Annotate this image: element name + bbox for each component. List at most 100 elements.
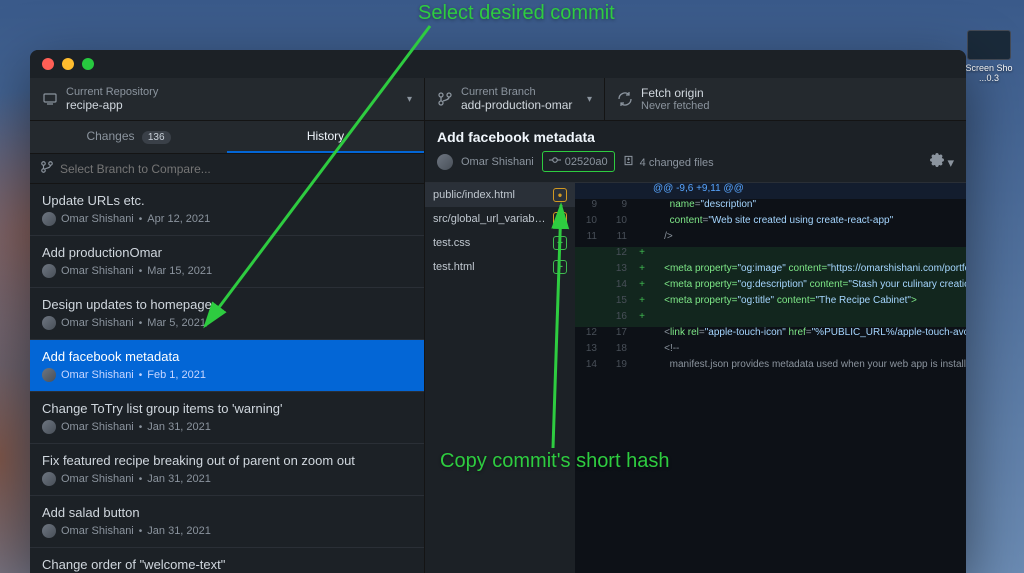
diff-line: 1111 /> xyxy=(575,231,966,247)
commit-date: Feb 1, 2021 xyxy=(147,369,206,381)
diff-line: 15+ <meta property="og:title" content="T… xyxy=(575,295,966,311)
commit-author: Omar Shishani xyxy=(61,525,134,537)
commit-author: Omar Shishani xyxy=(61,421,134,433)
diff-hunk-header: @@ -9,6 +9,11 @@ xyxy=(575,183,966,199)
commit-author: Omar Shishani xyxy=(61,265,134,277)
avatar xyxy=(437,154,453,170)
file-name: test.css xyxy=(433,237,547,249)
avatar xyxy=(42,212,56,226)
sync-icon xyxy=(617,91,633,107)
diff-line: 99 name="description" xyxy=(575,199,966,215)
commit-item[interactable]: Add salad button Omar Shishani•Jan 31, 2… xyxy=(30,496,424,548)
commit-date: Apr 12, 2021 xyxy=(147,213,210,225)
commit-list[interactable]: Update URLs etc. Omar Shishani•Apr 12, 2… xyxy=(30,184,424,573)
branch-icon xyxy=(437,91,453,107)
commit-detail: Add facebook metadata Omar Shishani 0252… xyxy=(425,121,966,573)
commit-item[interactable]: Design updates to homepage Omar Shishani… xyxy=(30,288,424,340)
chevron-down-icon: ▾ xyxy=(407,94,412,105)
avatar xyxy=(42,264,56,278)
modified-badge xyxy=(553,212,567,226)
added-badge xyxy=(553,236,567,250)
diff-view[interactable]: @@ -9,6 +9,11 @@99 name="description"101… xyxy=(575,183,966,573)
commit-author: Omar Shishani xyxy=(61,317,134,329)
close-window-button[interactable] xyxy=(42,58,54,70)
minimize-window-button[interactable] xyxy=(62,58,74,70)
diff-line: 1010 content="Web site created using cre… xyxy=(575,215,966,231)
tab-history[interactable]: History xyxy=(227,121,424,153)
commit-item[interactable]: Fix featured recipe breaking out of pare… xyxy=(30,444,424,496)
changes-count-badge: 136 xyxy=(142,131,171,144)
added-badge xyxy=(553,260,567,274)
commit-title: Change order of "welcome-text" xyxy=(42,557,412,572)
diff-line: 1318 <!-- xyxy=(575,343,966,359)
changed-files-link[interactable]: 4 changed files xyxy=(623,155,714,169)
commit-date: Mar 5, 2021 xyxy=(147,317,206,329)
titlebar[interactable] xyxy=(30,50,966,78)
avatar xyxy=(42,368,56,382)
diff-line: 1419 manifest.json provides metadata use… xyxy=(575,359,966,375)
commit-item[interactable]: Update URLs etc. Omar Shishani•Apr 12, 2… xyxy=(30,184,424,236)
repo-label: Current Repository xyxy=(66,86,158,98)
compare-branch-bar[interactable] xyxy=(30,154,424,184)
github-desktop-window: Current Repository recipe-app ▾ Current … xyxy=(30,50,966,573)
fetch-label: Fetch origin xyxy=(641,86,709,100)
main-toolbar: Current Repository recipe-app ▾ Current … xyxy=(30,78,966,121)
branch-selector[interactable]: Current Branch add-production-omar ▾ xyxy=(425,78,605,120)
diff-icon xyxy=(623,157,637,169)
avatar xyxy=(42,524,56,538)
repo-value: recipe-app xyxy=(66,98,158,112)
commit-title: Fix featured recipe breaking out of pare… xyxy=(42,453,412,468)
avatar xyxy=(42,420,56,434)
sidebar: Changes 136 History Update URLs etc. Oma… xyxy=(30,121,425,573)
commit-item[interactable]: Add productionOmar Omar Shishani•Mar 15,… xyxy=(30,236,424,288)
diff-line: 12+ xyxy=(575,247,966,263)
avatar xyxy=(42,472,56,486)
commit-date: Jan 31, 2021 xyxy=(147,525,211,537)
commit-detail-author: Omar Shishani xyxy=(461,156,534,168)
commit-date: Jan 31, 2021 xyxy=(147,473,211,485)
file-item[interactable]: public/index.html xyxy=(425,183,575,207)
commit-author: Omar Shishani xyxy=(61,213,134,225)
avatar xyxy=(42,316,56,330)
diff-line: 13+ <meta property="og:image" content="h… xyxy=(575,263,966,279)
branch-value: add-production-omar xyxy=(461,98,572,112)
commit-icon xyxy=(549,154,561,169)
thumbnail xyxy=(967,30,1011,60)
desktop-screenshot-icon[interactable]: Screen Sho...0.3 xyxy=(964,30,1014,83)
commit-title: Add productionOmar xyxy=(42,245,412,260)
commit-title: Add salad button xyxy=(42,505,412,520)
tab-changes[interactable]: Changes 136 xyxy=(30,121,227,153)
fetch-button[interactable]: Fetch origin Never fetched xyxy=(605,78,966,120)
desktop-icon-label: Screen Sho xyxy=(965,63,1012,73)
file-name: public/index.html xyxy=(433,189,547,201)
commit-date: Mar 15, 2021 xyxy=(147,265,212,277)
fetch-status: Never fetched xyxy=(641,100,709,112)
file-name: test.html xyxy=(433,261,547,273)
commit-author: Omar Shishani xyxy=(61,473,134,485)
chevron-down-icon: ▾ xyxy=(587,94,592,105)
commit-item[interactable]: Change ToTry list group items to 'warnin… xyxy=(30,392,424,444)
maximize-window-button[interactable] xyxy=(82,58,94,70)
file-item[interactable]: test.css xyxy=(425,231,575,255)
commit-author: Omar Shishani xyxy=(61,369,134,381)
branch-icon xyxy=(40,160,54,177)
commit-title: Add facebook metadata xyxy=(42,349,412,364)
compare-branch-input[interactable] xyxy=(60,162,414,176)
diff-line: 16+ xyxy=(575,311,966,327)
changed-file-list: public/index.html src/global_url_variabl… xyxy=(425,183,575,573)
gear-icon[interactable]: ▾ xyxy=(930,153,954,171)
diff-line: 1217 <link rel="apple-touch-icon" href="… xyxy=(575,327,966,343)
commit-hash[interactable]: 02520a0 xyxy=(542,151,615,172)
diff-line: 14+ <meta property="og:description" cont… xyxy=(575,279,966,295)
commit-title: Update URLs etc. xyxy=(42,193,412,208)
modified-badge xyxy=(553,188,567,202)
hash-value: 02520a0 xyxy=(565,156,608,168)
file-name: src/global_url_variable.js xyxy=(433,213,547,225)
file-item[interactable]: src/global_url_variable.js xyxy=(425,207,575,231)
commit-item[interactable]: Change order of "welcome-text" Omar Shis… xyxy=(30,548,424,573)
file-item[interactable]: test.html xyxy=(425,255,575,279)
repo-selector[interactable]: Current Repository recipe-app ▾ xyxy=(30,78,425,120)
commit-detail-title: Add facebook metadata xyxy=(437,129,954,145)
commit-title: Design updates to homepage xyxy=(42,297,412,312)
commit-item[interactable]: Add facebook metadata Omar Shishani•Feb … xyxy=(30,340,424,392)
